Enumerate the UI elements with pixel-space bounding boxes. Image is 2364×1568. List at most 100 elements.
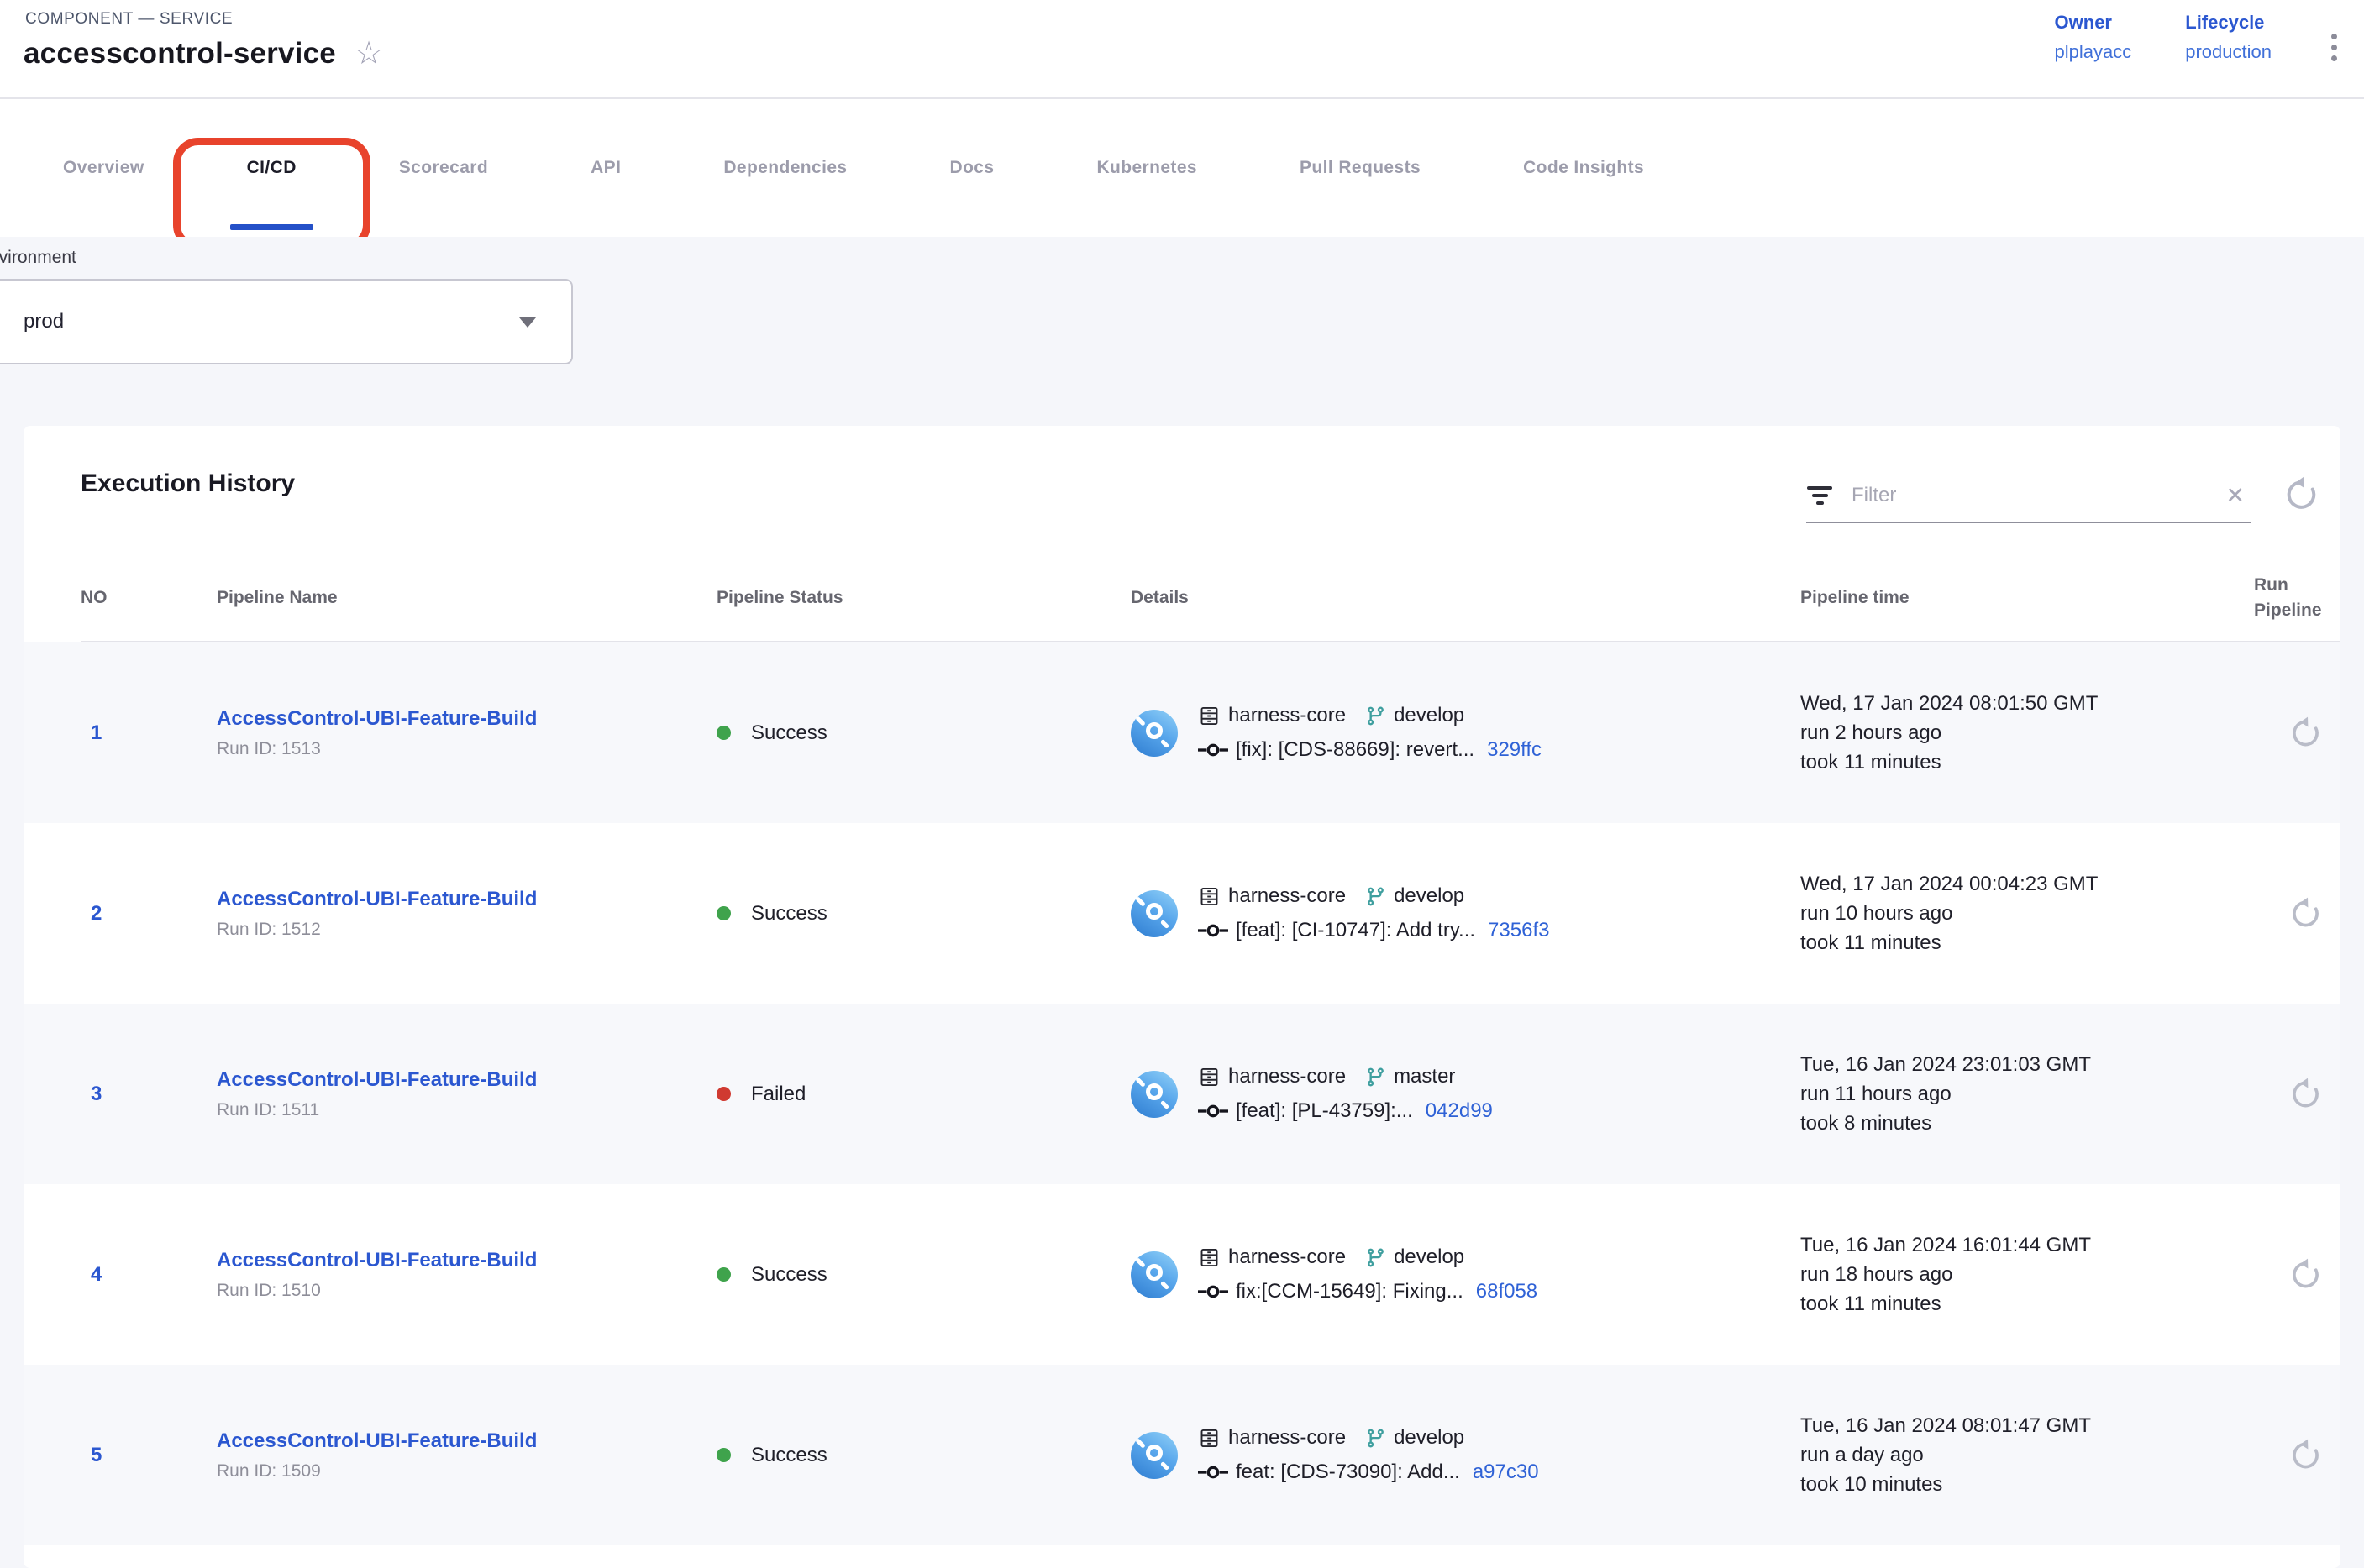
row-number: 2 — [81, 902, 217, 926]
row-number: 1 — [81, 721, 217, 745]
tab-docs[interactable]: Docs — [950, 99, 995, 237]
pipeline-time-ago: run 10 hours ago — [1800, 899, 2254, 928]
filter-field[interactable]: ✕ — [1806, 469, 2251, 523]
col-no: NO — [81, 588, 217, 608]
pipeline-time: Wed, 17 Jan 2024 00:04:23 GMT run 10 hou… — [1800, 869, 2254, 957]
filter-funnel-icon — [1806, 486, 1833, 505]
col-pipeline-time: Pipeline time — [1800, 588, 2254, 608]
commit-message: fix:[CCM-15649]: Fixing... — [1236, 1280, 1463, 1303]
pipeline-time-date: Wed, 17 Jan 2024 08:01:50 GMT — [1800, 689, 2254, 718]
run-pipeline-icon[interactable] — [2288, 1437, 2325, 1474]
pipeline-time-date: Tue, 16 Jan 2024 23:01:03 GMT — [1800, 1050, 2254, 1079]
run-pipeline-icon[interactable] — [2288, 715, 2325, 752]
active-tab-underline — [230, 224, 313, 230]
commit-hash-link[interactable]: 68f058 — [1476, 1280, 1537, 1303]
tab-pull-requests[interactable]: Pull Requests — [1300, 99, 1421, 237]
environment-selected-value: prod — [24, 310, 64, 333]
commit-message: [fix]: [CDS-88669]: revert... — [1236, 738, 1474, 762]
tab-kubernetes[interactable]: Kubernetes — [1096, 99, 1197, 237]
status-dot — [717, 726, 731, 740]
pipeline-name-link[interactable]: AccessControl-UBI-Feature-Build — [217, 1429, 717, 1453]
commit-hash-link[interactable]: a97c30 — [1473, 1460, 1539, 1484]
ci-module-icon — [1131, 890, 1178, 937]
owner-link[interactable]: plplayacc — [2055, 41, 2132, 63]
repository-icon — [1198, 1066, 1221, 1088]
pipeline-time-duration: took 10 minutes — [1800, 1470, 2254, 1499]
status-label: Failed — [751, 1083, 806, 1106]
repository-icon — [1198, 1427, 1221, 1450]
pipeline-time-duration: took 11 minutes — [1800, 1289, 2254, 1319]
table-row: 4 AccessControl-UBI-Feature-Build Run ID… — [81, 1184, 2340, 1365]
run-id: Run ID: 1511 — [217, 1100, 717, 1120]
table-row: 5 AccessControl-UBI-Feature-Build Run ID… — [24, 1365, 2340, 1545]
table-row: 2 AccessControl-UBI-Feature-Build Run ID… — [81, 823, 2340, 1004]
ci-module-icon — [1131, 710, 1178, 757]
pipeline-time-date: Tue, 16 Jan 2024 16:01:44 GMT — [1800, 1230, 2254, 1260]
tab-code-insights[interactable]: Code Insights — [1523, 99, 1644, 237]
git-branch-icon — [1365, 1428, 1386, 1449]
favorite-star-icon[interactable]: ☆ — [355, 38, 383, 70]
col-run-pipeline: Run Pipeline — [2254, 573, 2340, 623]
status-label: Success — [751, 902, 827, 926]
filter-input[interactable] — [1850, 483, 2202, 508]
git-branch-icon — [1365, 1067, 1386, 1088]
tab-cicd[interactable]: CI/CD — [247, 99, 297, 237]
ci-module-icon — [1131, 1251, 1178, 1298]
annotation-highlight-box — [173, 138, 370, 250]
run-id: Run ID: 1512 — [217, 920, 717, 940]
commit-message: [feat]: [CI-10747]: Add try... — [1236, 919, 1475, 942]
branch-name: develop — [1394, 1245, 1464, 1269]
section-title: Execution History — [81, 469, 295, 498]
tab-dependencies[interactable]: Dependencies — [723, 99, 847, 237]
tab-scorecard[interactable]: Scorecard — [399, 99, 488, 237]
table-row: 3 AccessControl-UBI-Feature-Build Run ID… — [24, 1004, 2340, 1184]
pipeline-time-date: Wed, 17 Jan 2024 00:04:23 GMT — [1800, 869, 2254, 899]
pipeline-name-link[interactable]: AccessControl-UBI-Feature-Build — [217, 1249, 717, 1272]
page-title: accesscontrol-service — [24, 37, 336, 71]
run-pipeline-icon[interactable] — [2288, 1076, 2325, 1113]
pipeline-name-link[interactable]: AccessControl-UBI-Feature-Build — [217, 1068, 717, 1092]
git-commit-icon — [1198, 742, 1228, 758]
refresh-icon[interactable] — [2282, 475, 2322, 515]
pipeline-time-ago: run 18 hours ago — [1800, 1260, 2254, 1289]
lifecycle-label: Lifecycle — [2185, 12, 2272, 34]
status-dot — [717, 1087, 731, 1101]
col-pipeline-status: Pipeline Status — [717, 588, 1131, 608]
table-header: NO Pipeline Name Pipeline Status Details… — [81, 555, 2340, 642]
entity-meta: Owner plplayacc Lifecycle production — [2055, 12, 2272, 63]
repo-name: harness-core — [1228, 704, 1346, 727]
pipeline-time: Wed, 17 Jan 2024 08:01:50 GMT run 2 hour… — [1800, 689, 2254, 777]
environment-select[interactable]: prod — [0, 279, 573, 364]
row-number: 3 — [81, 1083, 217, 1106]
status-dot — [717, 1267, 731, 1282]
row-number: 5 — [81, 1444, 217, 1467]
row-number: 4 — [81, 1263, 217, 1287]
run-pipeline-icon[interactable] — [2288, 895, 2325, 932]
pipeline-time-duration: took 11 minutes — [1800, 747, 2254, 777]
pipeline-time-date: Tue, 16 Jan 2024 08:01:47 GMT — [1800, 1411, 2254, 1440]
run-id: Run ID: 1513 — [217, 739, 717, 759]
status-label: Success — [751, 721, 827, 745]
pipeline-name-link[interactable]: AccessControl-UBI-Feature-Build — [217, 707, 717, 731]
run-pipeline-icon[interactable] — [2288, 1256, 2325, 1293]
ci-module-icon — [1131, 1432, 1178, 1479]
lifecycle-value: production — [2185, 41, 2272, 63]
tab-api[interactable]: API — [591, 99, 621, 237]
commit-hash-link[interactable]: 7356f3 — [1488, 919, 1549, 942]
tab-overview[interactable]: Overview — [63, 99, 144, 237]
pipeline-name-link[interactable]: AccessControl-UBI-Feature-Build — [217, 888, 717, 911]
commit-hash-link[interactable]: 329ffc — [1487, 738, 1542, 762]
clear-filter-icon[interactable]: ✕ — [2219, 483, 2251, 509]
pipeline-time: Tue, 16 Jan 2024 23:01:03 GMT run 11 hou… — [1800, 1050, 2254, 1138]
branch-name: develop — [1394, 884, 1464, 908]
git-commit-icon — [1198, 923, 1228, 938]
more-options-kebab-icon[interactable] — [2326, 29, 2342, 66]
run-id: Run ID: 1510 — [217, 1281, 717, 1301]
commit-hash-link[interactable]: 042d99 — [1426, 1099, 1493, 1123]
pipeline-time: Tue, 16 Jan 2024 16:01:44 GMT run 18 hou… — [1800, 1230, 2254, 1319]
execution-history-card: Execution History ✕ NO Pipeline Name Pip… — [24, 426, 2340, 1568]
status-label: Success — [751, 1263, 827, 1287]
branch-name: develop — [1394, 1426, 1464, 1450]
pipeline-time-ago: run 11 hours ago — [1800, 1079, 2254, 1109]
environment-label: nvironment — [0, 237, 2364, 268]
